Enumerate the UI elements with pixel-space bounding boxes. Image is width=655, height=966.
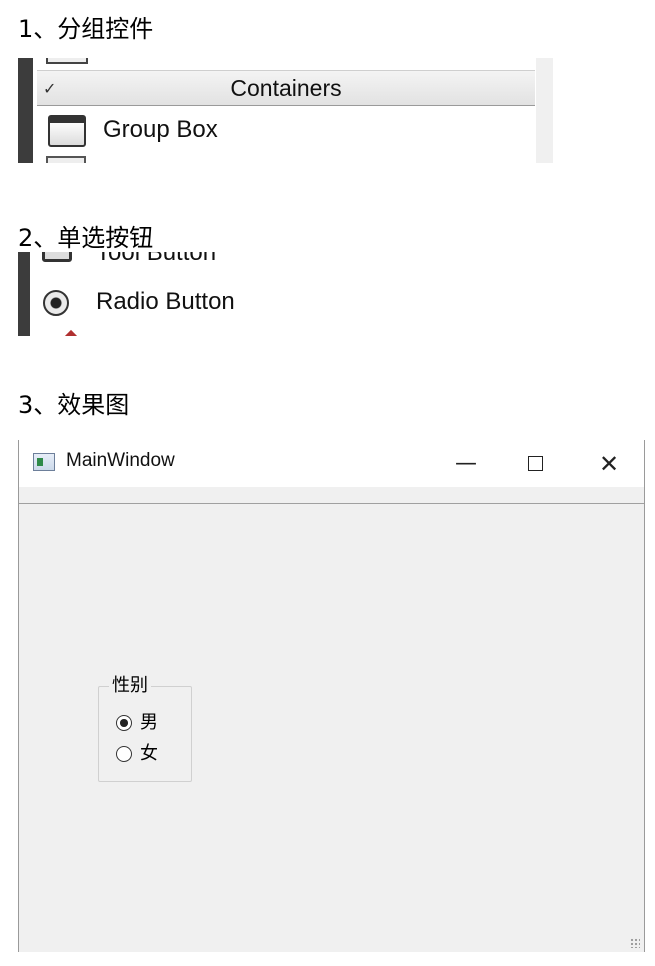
tool-button-item-label[interactable]: Tool Button <box>96 252 216 267</box>
heading-groupbox: 1、分组控件 <box>18 15 154 43</box>
radio-unchecked-icon <box>116 746 132 762</box>
splitter-bar <box>18 252 30 336</box>
radio-label-male: 男 <box>140 712 158 733</box>
maximize-button[interactable] <box>505 440 565 487</box>
close-button[interactable]: ✕ <box>579 440 639 487</box>
group-box-item-label[interactable]: Group Box <box>103 116 218 144</box>
radio-male[interactable]: 男 <box>116 711 158 735</box>
tool-button-icon[interactable] <box>42 252 72 262</box>
radio-button-icon[interactable] <box>43 290 69 316</box>
menu-bar[interactable] <box>19 487 644 504</box>
partial-widget-icon <box>46 156 86 163</box>
partial-widget-icon <box>46 58 88 64</box>
radio-female[interactable]: 女 <box>116 742 158 766</box>
gender-group-box: 性别 男 女 <box>98 674 192 782</box>
category-label: Containers <box>230 75 342 101</box>
radio-label-female: 女 <box>140 743 158 764</box>
radio-button-item-label[interactable]: Radio Button <box>96 288 235 316</box>
widget-box-buttons-crop: Tool Button Radio Button <box>18 252 318 336</box>
partial-widget-icon <box>63 329 79 336</box>
title-bar[interactable]: MainWindow — ✕ <box>19 440 644 487</box>
widget-box-containers-crop: ✓ Containers Group Box <box>18 58 553 163</box>
group-box-title: 性别 <box>109 674 151 698</box>
minimize-button[interactable]: — <box>436 440 496 487</box>
splitter-bar <box>18 58 33 163</box>
maximize-icon <box>527 456 543 471</box>
window-title: MainWindow <box>66 450 175 471</box>
heading-result: 3、效果图 <box>18 391 130 419</box>
heading-radio-button: 2、单选按钮 <box>18 224 154 252</box>
main-window: MainWindow — ✕ 性别 男 女 <box>18 440 645 952</box>
app-window-icon <box>33 453 55 471</box>
group-box-icon[interactable] <box>48 115 86 147</box>
scrollbar[interactable] <box>536 58 553 163</box>
resize-grip-icon[interactable] <box>630 938 640 948</box>
radio-checked-icon <box>116 715 132 731</box>
category-header-containers[interactable]: ✓ Containers <box>37 70 535 106</box>
